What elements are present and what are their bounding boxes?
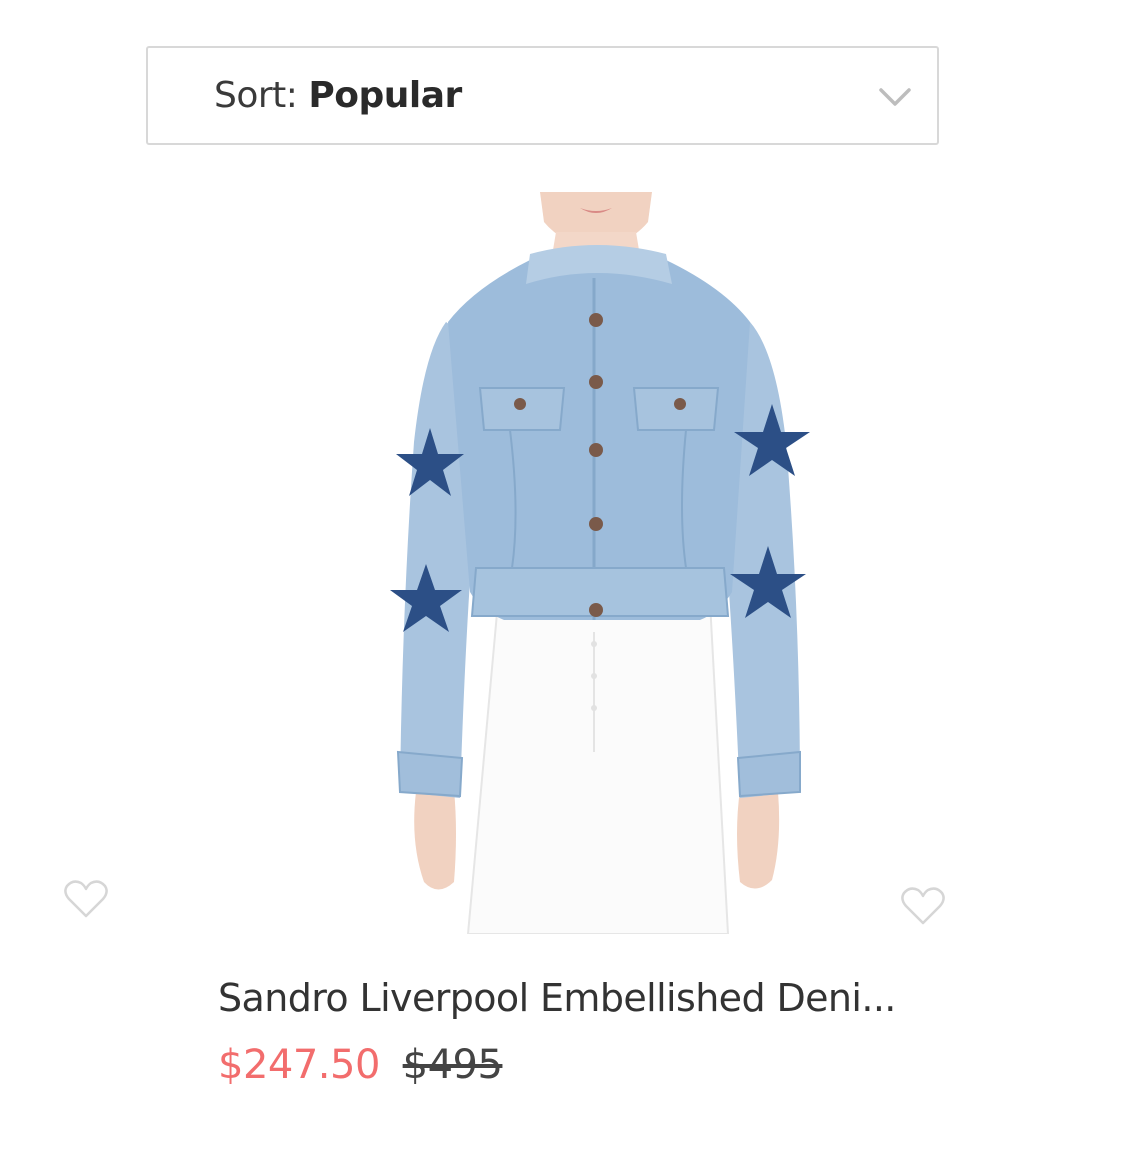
product-name[interactable]: Sandro Liverpool Embellished Deni... [218, 972, 896, 1024]
product-listing-page: Sort: Popular Sandro Liverpool Embellish… [0, 0, 1125, 1164]
sort-dropdown[interactable]: Sort: Popular [146, 46, 939, 145]
sale-price: $247.50 [218, 1042, 380, 1088]
wishlist-heart-icon[interactable] [63, 878, 109, 920]
sort-label: Sort: [214, 75, 298, 116]
sort-value: Popular [308, 75, 462, 116]
wishlist-heart-icon[interactable] [900, 885, 946, 927]
product-image[interactable] [380, 192, 820, 934]
chevron-down-icon [879, 88, 911, 106]
price-row: $247.50 $495 [218, 1038, 503, 1092]
original-price: $495 [402, 1042, 503, 1088]
sort-text: Sort: Popular [214, 74, 462, 118]
